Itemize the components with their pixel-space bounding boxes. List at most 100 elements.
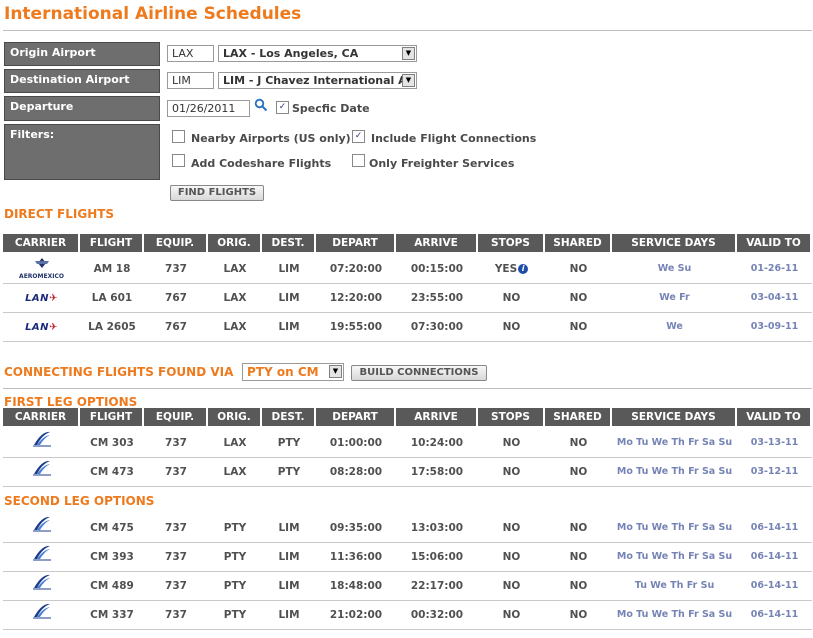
- cell-valid-text[interactable]: 03-04-11: [751, 292, 799, 303]
- cell-shared-text: NO: [569, 551, 588, 563]
- cell-days-text[interactable]: Mo Tu We Th Fr Sa Su: [617, 437, 732, 448]
- column-header-valid: VALID TO: [737, 234, 812, 252]
- cell-equip-text: 737: [165, 580, 187, 592]
- cell-days-text[interactable]: Mo Tu We Th Fr Sa Su: [617, 609, 732, 620]
- cell-arrive-text: 23:55:00: [410, 292, 464, 304]
- destination-select[interactable]: LIM - J Chavez International A ▼: [218, 72, 417, 89]
- carrier-logo: [3, 601, 80, 629]
- cell-dest: LIM: [262, 572, 316, 600]
- cell-depart: 07:20:00: [316, 255, 396, 283]
- cell-flight-text: CM 337: [90, 609, 134, 621]
- cell-shared-text: NO: [569, 437, 588, 449]
- cell-dest-text: LIM: [278, 551, 300, 563]
- cell-orig-text: LAX: [223, 263, 247, 275]
- lan-logo-icon: LAN✈: [25, 293, 58, 304]
- cell-equip-text: 737: [165, 263, 187, 275]
- cell-shared-text: NO: [569, 292, 588, 304]
- cell-valid-text[interactable]: 06-14-11: [751, 609, 799, 620]
- build-connections-button[interactable]: BUILD CONNECTIONS: [351, 365, 487, 381]
- title-divider: [3, 30, 812, 31]
- cell-valid-text[interactable]: 01-26-11: [751, 263, 799, 274]
- cell-days: Mo Tu We Th Fr Sa Su: [612, 458, 737, 486]
- cell-days-text[interactable]: Tu We Th Fr Su: [635, 580, 714, 591]
- cell-days-text[interactable]: Mo Tu We Th Fr Sa Su: [617, 522, 732, 533]
- cell-depart-text: 07:20:00: [329, 263, 383, 275]
- cell-stops-text: NO: [502, 551, 521, 563]
- cell-flight: CM 303: [80, 429, 144, 457]
- origin-code-input[interactable]: LAX: [167, 45, 214, 62]
- cell-arrive-text: 07:30:00: [410, 321, 464, 333]
- cell-arrive: 13:03:00: [396, 514, 478, 542]
- cell-days-text[interactable]: We Fr: [659, 292, 689, 303]
- cell-depart-text: 11:36:00: [329, 551, 383, 563]
- cell-flight-text: LA 601: [91, 292, 133, 304]
- cell-orig-text: LAX: [223, 321, 247, 333]
- cell-valid-text[interactable]: 03-09-11: [751, 321, 799, 332]
- cell-shared-text: NO: [569, 263, 588, 275]
- cell-orig: PTY: [208, 572, 262, 600]
- cell-equip: 737: [144, 514, 208, 542]
- cell-shared: NO: [545, 429, 612, 457]
- search-icon[interactable]: [254, 98, 268, 115]
- cell-equip-text: 737: [165, 551, 187, 563]
- cell-days-text[interactable]: Mo Tu We Th Fr Sa Su: [617, 551, 732, 562]
- cell-stops-text: NO: [502, 522, 521, 534]
- table-row: LAN✈ LA 601 767 LAX LIM 12:20:00 23:55:00 NO NO W…: [3, 284, 812, 313]
- cell-valid-text[interactable]: 03-13-11: [751, 437, 799, 448]
- table-row: CM 475 737 PTY LIM 09:35:00 13:03:00 NO NO Mo Tu…: [3, 514, 812, 543]
- cell-dest-text: PTY: [277, 437, 301, 449]
- cell-arrive-text: 13:03:00: [410, 522, 464, 534]
- column-header-carrier: CARRIER: [3, 234, 80, 252]
- departure-date-input[interactable]: 01/26/2011: [167, 100, 250, 117]
- cell-days: We Fr: [612, 284, 737, 312]
- cell-days: We Su: [612, 255, 737, 283]
- cell-orig-text: PTY: [223, 609, 247, 621]
- cell-orig: LAX: [208, 429, 262, 457]
- cell-valid: 03-04-11: [737, 284, 812, 312]
- cell-dest-text: LIM: [278, 609, 300, 621]
- specific-date-label: Specfic Date: [292, 102, 370, 115]
- cell-dest: PTY: [262, 429, 316, 457]
- via-select-value: PTY on CM: [247, 365, 319, 379]
- cell-equip-text: 737: [165, 522, 187, 534]
- cell-days-text[interactable]: Mo Tu We Th Fr Sa Su: [617, 466, 732, 477]
- cell-stops-text: YES: [494, 263, 518, 275]
- cell-shared: NO: [545, 514, 612, 542]
- cell-flight: CM 489: [80, 572, 144, 600]
- filters-label: Filters:: [4, 124, 160, 180]
- cell-flight-text: CM 393: [90, 551, 134, 563]
- column-header-flight: FLIGHT: [80, 408, 144, 426]
- find-flights-button[interactable]: FIND FLIGHTS: [170, 185, 264, 201]
- cell-stops-text: NO: [502, 466, 521, 478]
- cell-arrive: 17:58:00: [396, 458, 478, 486]
- include-connections-checkbox[interactable]: ✓: [352, 130, 365, 143]
- cell-days: Mo Tu We Th Fr Sa Su: [612, 543, 737, 571]
- cell-valid-text[interactable]: 06-14-11: [751, 551, 799, 562]
- destination-code-input[interactable]: LIM: [167, 72, 214, 89]
- origin-select[interactable]: LAX - Los Angeles, CA ▼: [218, 45, 417, 62]
- cell-days-text[interactable]: We: [666, 321, 683, 332]
- cell-valid-text[interactable]: 06-14-11: [751, 522, 799, 533]
- cell-orig-text: PTY: [223, 522, 247, 534]
- cell-orig-text: PTY: [223, 580, 247, 592]
- cell-stops-text: NO: [502, 609, 521, 621]
- specific-date-checkbox[interactable]: ✓: [276, 101, 289, 114]
- codeshare-checkbox[interactable]: [172, 154, 185, 167]
- cell-orig: LAX: [208, 313, 262, 341]
- via-select[interactable]: PTY on CM ▼: [242, 363, 344, 381]
- cell-valid-text[interactable]: 06-14-11: [751, 580, 799, 591]
- column-header-depart: DEPART: [316, 408, 396, 426]
- cell-days-text[interactable]: We Su: [658, 263, 692, 274]
- cell-equip-text: 737: [165, 437, 187, 449]
- table-row: CM 303 737 LAX PTY 01:00:00 10:24:00 NO NO Mo Tu…: [3, 429, 812, 458]
- cell-valid: 03-13-11: [737, 429, 812, 457]
- cell-dest: PTY: [262, 458, 316, 486]
- cell-valid: 01-26-11: [737, 255, 812, 283]
- cell-valid-text[interactable]: 03-12-11: [751, 466, 799, 477]
- cell-arrive-text: 15:06:00: [410, 551, 464, 563]
- freighter-checkbox[interactable]: [352, 154, 365, 167]
- nearby-airports-checkbox[interactable]: [172, 130, 185, 143]
- cell-flight-text: CM 473: [90, 466, 134, 478]
- info-icon[interactable]: i: [518, 264, 529, 274]
- column-header-equip: EQUIP.: [144, 234, 208, 252]
